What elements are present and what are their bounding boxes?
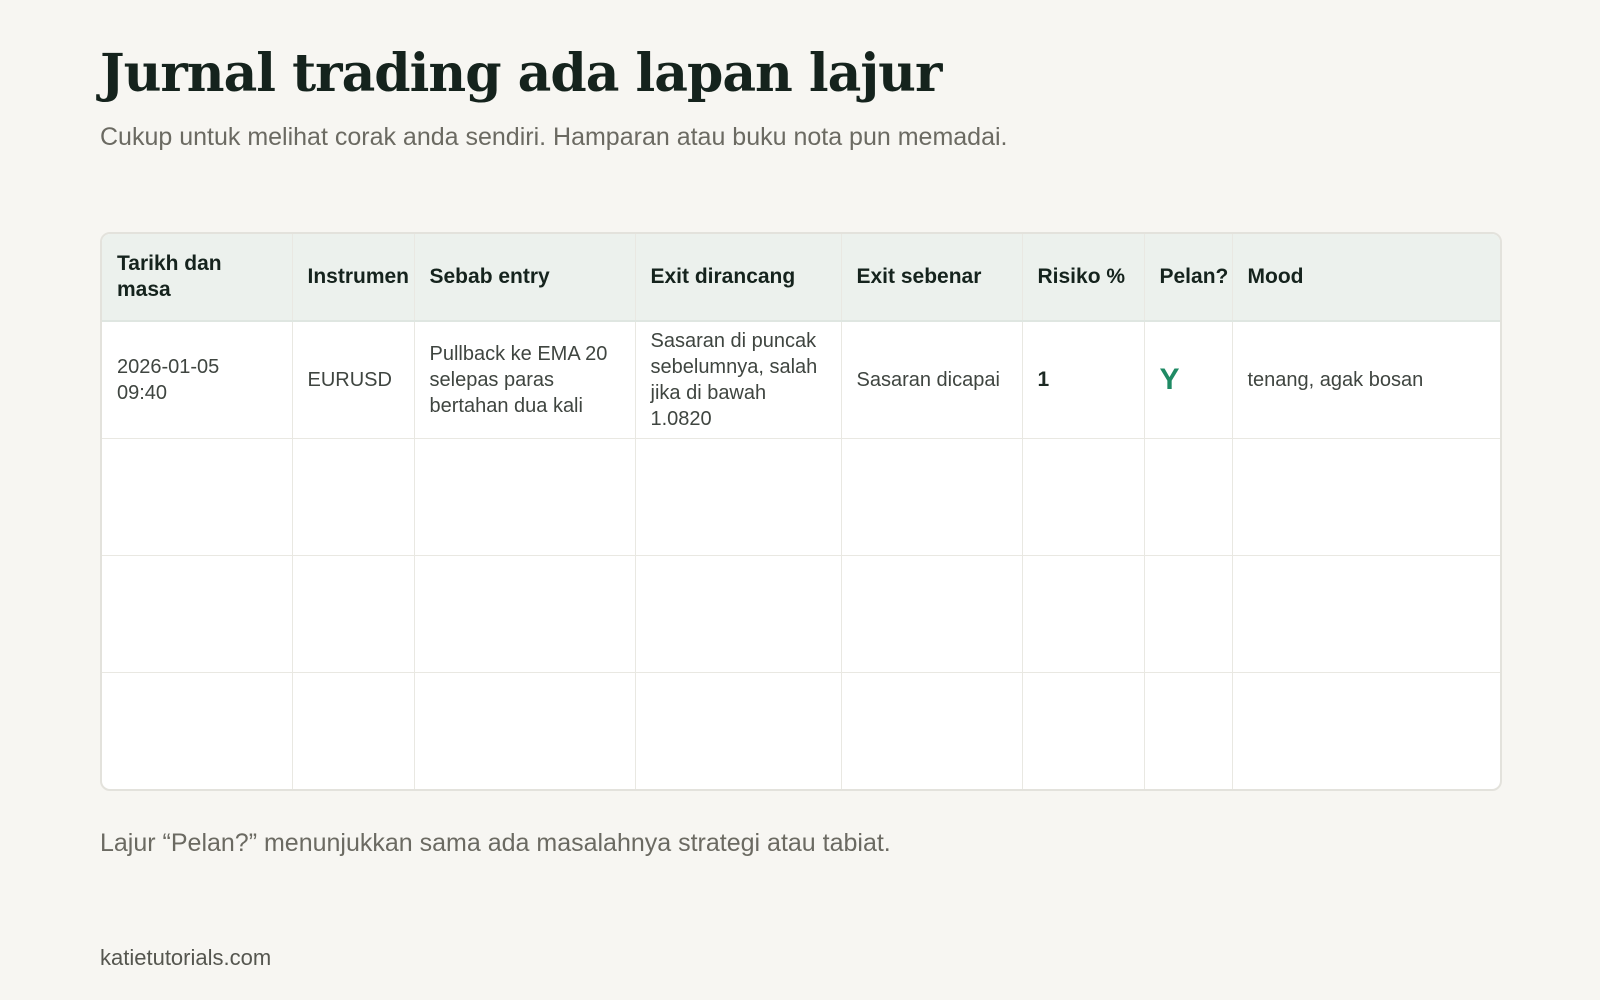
table-row: [102, 438, 1500, 556]
cell-planned-exit: [635, 438, 842, 556]
cell-instrument: [292, 438, 415, 556]
column-header-plan: Pelan?: [1144, 234, 1233, 322]
cell-mood: [1232, 673, 1500, 790]
table-header-row: Tarikh dan masa Instrumen Sebab entry Ex…: [102, 234, 1500, 322]
column-header-datetime: Tarikh dan masa: [102, 234, 293, 322]
cell-instrument: EURUSD: [292, 321, 415, 439]
table-row: [102, 555, 1500, 673]
cell-plan: [1144, 672, 1233, 789]
column-header-risk: Risiko %: [1022, 234, 1145, 322]
cell-datetime: [102, 438, 293, 556]
site-credit: katietutorials.com: [100, 945, 272, 970]
cell-entry-reason: [414, 438, 636, 556]
cell-actual-exit: [841, 555, 1023, 673]
cell-entry-reason: Pullback ke EMA 20 selepas paras bertaha…: [414, 321, 636, 439]
table-row: [102, 672, 1500, 790]
cell-entry-reason: [414, 672, 636, 789]
journal-table-container: Tarikh dan masa Instrumen Sebab entry Ex…: [100, 232, 1502, 791]
footnote: Lajur “Pelan?” menunjukkan sama ada masa…: [100, 829, 891, 857]
cell-datetime: [102, 555, 293, 673]
journal-table: Tarikh dan masa Instrumen Sebab entry Ex…: [102, 234, 1500, 789]
cell-actual-exit: Sasaran dicapai: [841, 321, 1023, 439]
cell-entry-reason: [414, 555, 636, 673]
table-row: 2026-01-05 09:40 EURUSD Pullback ke EMA …: [102, 321, 1500, 439]
cell-plan: [1144, 438, 1233, 556]
cell-planned-exit: [635, 672, 842, 789]
cell-mood: [1232, 555, 1500, 673]
cell-actual-exit: [841, 672, 1023, 789]
cell-mood: tenang, agak bosan: [1232, 321, 1500, 439]
cell-instrument: [292, 555, 415, 673]
page-title: Jurnal trading ada lapan lajur: [100, 43, 942, 104]
column-header-instrument: Instrumen: [292, 234, 415, 322]
cell-datetime: 2026-01-05 09:40: [102, 321, 293, 439]
column-header-actual-exit: Exit sebenar: [841, 234, 1023, 322]
cell-plan: [1144, 555, 1233, 673]
cell-risk: [1022, 672, 1145, 789]
cell-planned-exit: Sasaran di puncak sebelumnya, salah jika…: [635, 321, 842, 439]
column-header-entry-reason: Sebab entry: [414, 234, 636, 322]
cell-plan: Y: [1144, 321, 1233, 439]
cell-datetime: [102, 672, 293, 789]
cell-mood: [1232, 438, 1500, 556]
cell-planned-exit: [635, 555, 842, 673]
column-header-mood: Mood: [1232, 234, 1500, 322]
page-subtitle: Cukup untuk melihat corak anda sendiri. …: [100, 123, 1008, 151]
cell-instrument: [292, 672, 415, 789]
cell-risk: 1: [1022, 321, 1145, 439]
cell-risk: [1022, 555, 1145, 673]
cell-risk: [1022, 438, 1145, 556]
cell-actual-exit: [841, 438, 1023, 556]
column-header-planned-exit: Exit dirancang: [635, 234, 842, 322]
